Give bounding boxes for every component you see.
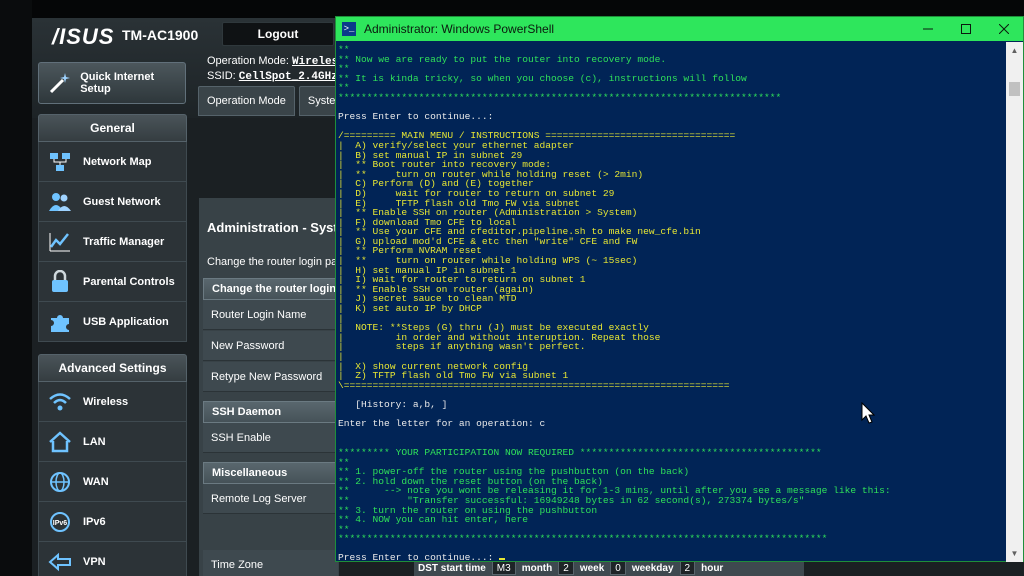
row-ssh-enable: SSH Enable bbox=[203, 423, 338, 453]
dst-weekday-select[interactable]: 0 bbox=[610, 561, 626, 575]
sidebar-item-wan[interactable]: WAN bbox=[38, 462, 187, 502]
sidebar-item-label: VPN bbox=[83, 555, 106, 568]
puzzle-icon bbox=[45, 307, 75, 337]
section-ssh-header: SSH Daemon bbox=[203, 401, 338, 423]
sidebar-item-label: LAN bbox=[83, 435, 106, 448]
row-retype-password: Retype New Password bbox=[203, 362, 338, 392]
sidebar-item-traffic-manager[interactable]: Traffic Manager bbox=[38, 222, 187, 262]
ssid-info[interactable]: SSID: CellSpot_2.4GHz bbox=[207, 70, 338, 83]
logout-button[interactable]: Logout bbox=[222, 22, 334, 46]
powershell-icon: >_ bbox=[342, 22, 356, 36]
quick-internet-setup-label: Quick Internet Setup bbox=[80, 71, 155, 95]
quick-internet-setup-button[interactable]: Quick Internet Setup bbox=[38, 62, 186, 104]
dst-hour-select[interactable]: 2 bbox=[679, 561, 696, 575]
ssid-link[interactable]: CellSpot_2.4GHz bbox=[239, 71, 338, 83]
powershell-window[interactable]: >_ Administrator: Windows PowerShell ** *… bbox=[335, 16, 1024, 562]
row-remote-log-server: Remote Log Server bbox=[203, 484, 338, 514]
maximize-icon bbox=[961, 24, 971, 34]
section-misc-header: Miscellaneous bbox=[203, 462, 338, 484]
brand-logo: /ISUS bbox=[52, 24, 115, 49]
sidebar-item-guest-network[interactable]: Guest Network bbox=[38, 182, 187, 222]
lock-icon bbox=[45, 267, 75, 297]
maximize-button[interactable] bbox=[947, 17, 985, 41]
tab-operation-mode[interactable]: Operation Mode bbox=[198, 86, 295, 116]
traffic-manager-icon bbox=[45, 227, 75, 257]
ipv6-icon: IPv6 bbox=[45, 507, 75, 537]
console-line: ****************************************… bbox=[338, 533, 828, 545]
dst-hour-label: hour bbox=[701, 562, 724, 574]
sidebar-item-lan[interactable]: LAN bbox=[38, 422, 187, 462]
console-line: ** Now we are ready to put the router in… bbox=[338, 53, 667, 65]
dst-weekday-label: weekday bbox=[631, 562, 674, 574]
sidebar: General Network Map Guest Network Traffi… bbox=[38, 114, 187, 576]
sidebar-item-ipv6[interactable]: IPv6 IPv6 bbox=[38, 502, 187, 542]
sidebar-item-label: IPv6 bbox=[83, 515, 106, 528]
row-time-zone: Time Zone bbox=[203, 550, 338, 576]
mouse-cursor-icon bbox=[861, 402, 875, 424]
sidebar-advanced-header: Advanced Settings bbox=[38, 354, 187, 382]
scroll-down-icon[interactable]: ▼ bbox=[1006, 545, 1023, 562]
row-new-password: New Password bbox=[203, 331, 338, 361]
dst-month-select[interactable]: M3 bbox=[491, 561, 516, 575]
dst-month-label: month bbox=[521, 562, 553, 574]
top-tabs: Operation Mode System bbox=[198, 86, 358, 118]
home-icon bbox=[45, 427, 75, 457]
main-panel: Administration - System Change the route… bbox=[199, 198, 372, 576]
sidebar-item-label: WAN bbox=[83, 475, 109, 488]
dst-week-label: week bbox=[579, 562, 605, 574]
sidebar-general-header: General bbox=[38, 114, 187, 142]
console-line: \=======================================… bbox=[338, 379, 730, 391]
minimize-icon bbox=[923, 28, 933, 30]
network-map-icon bbox=[45, 147, 75, 177]
console-line: Press Enter to continue...: bbox=[338, 111, 494, 123]
console-line: ** 4. NOW you can hit enter, here bbox=[338, 514, 528, 526]
sidebar-item-vpn[interactable]: VPN bbox=[38, 542, 187, 576]
text-cursor bbox=[499, 558, 506, 561]
row-router-login-name: Router Login Name bbox=[203, 300, 338, 330]
console-line: ** It is kinda tricky, so when you choos… bbox=[338, 72, 747, 84]
console-line: ********* YOUR PARTICIPATION NOW REQUIRE… bbox=[338, 446, 822, 458]
console-line: Press Enter to continue...: bbox=[338, 553, 1007, 562]
dst-start-row: DST start time M3 month 2 week 0 weekday… bbox=[414, 560, 804, 576]
minimize-button[interactable] bbox=[909, 17, 947, 41]
console-line: | steps if anything wasn't perfect. bbox=[338, 341, 586, 353]
sidebar-item-label: Parental Controls bbox=[83, 275, 175, 288]
operation-mode[interactable]: Operation Mode: Wireless bbox=[207, 55, 345, 68]
sidebar-item-label: Wireless bbox=[83, 395, 129, 408]
powershell-titlebar[interactable]: >_ Administrator: Windows PowerShell bbox=[336, 17, 1023, 41]
svg-text:IPv6: IPv6 bbox=[53, 520, 68, 527]
sidebar-item-label: Guest Network bbox=[83, 195, 161, 208]
scrollbar-thumb[interactable] bbox=[1009, 82, 1020, 96]
magic-wand-icon bbox=[45, 68, 74, 98]
console-output[interactable]: ** ** Now we are ready to put the router … bbox=[336, 42, 1007, 562]
sidebar-item-network-map[interactable]: Network Map bbox=[38, 142, 187, 182]
console-line: ****************************************… bbox=[338, 91, 782, 103]
close-icon bbox=[999, 24, 1009, 34]
console-line: [History: a,b, ] bbox=[338, 398, 448, 410]
left-gutter bbox=[0, 0, 32, 576]
vpn-icon bbox=[45, 547, 75, 576]
dst-week-select[interactable]: 2 bbox=[558, 561, 574, 575]
console-line: | K) set auto IP by DHCP bbox=[338, 303, 482, 315]
guest-network-icon bbox=[45, 187, 75, 217]
window-title: Administrator: Windows PowerShell bbox=[364, 22, 555, 36]
vertical-scrollbar[interactable]: ▲ ▼ bbox=[1006, 42, 1023, 562]
close-button[interactable] bbox=[985, 17, 1023, 41]
wifi-icon bbox=[45, 387, 75, 417]
sidebar-item-label: Traffic Manager bbox=[83, 235, 165, 248]
console-line: Enter the letter for an operation: c bbox=[338, 418, 546, 430]
sidebar-item-wireless[interactable]: Wireless bbox=[38, 382, 187, 422]
sidebar-item-parental-controls[interactable]: Parental Controls bbox=[38, 262, 187, 302]
model-name: TM-AC1900 bbox=[122, 27, 199, 43]
ssid-label: SSID: bbox=[207, 70, 236, 82]
section-login-header: Change the router login bbox=[203, 278, 338, 300]
dst-label: DST start time bbox=[418, 562, 486, 574]
sidebar-item-usb-application[interactable]: USB Application bbox=[38, 302, 187, 342]
globe-icon bbox=[45, 467, 75, 497]
sidebar-item-label: Network Map bbox=[83, 155, 152, 168]
operation-mode-label: Operation Mode: bbox=[207, 55, 289, 67]
scroll-up-icon[interactable]: ▲ bbox=[1006, 42, 1023, 59]
sidebar-item-label: USB Application bbox=[83, 315, 169, 328]
